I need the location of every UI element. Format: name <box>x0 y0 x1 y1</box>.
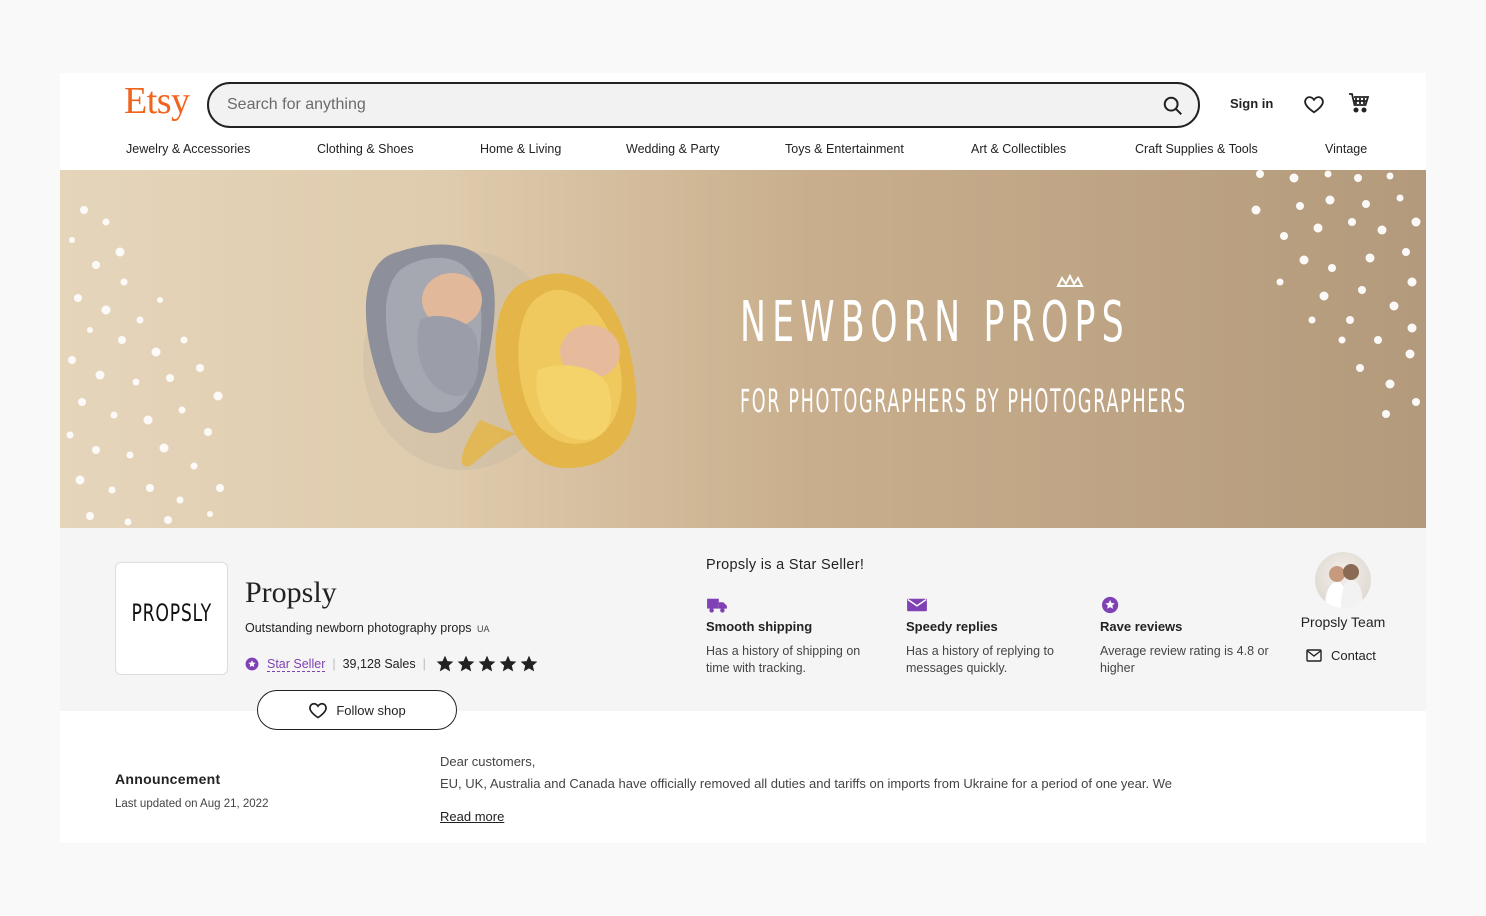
envelope-icon <box>907 598 927 612</box>
perk-desc: Has a history of replying to messages qu… <box>906 644 1054 675</box>
shop-tagline-text: Outstanding newborn photography props <box>245 621 472 635</box>
banner-subtitle: FOR PHOTOGRAPHERS BY PHOTOGRAPHERS <box>740 382 1187 420</box>
category-link[interactable]: Jewelry & Accessories <box>126 142 250 156</box>
owner-avatar[interactable] <box>1315 552 1371 608</box>
category-link[interactable]: Home & Living <box>480 142 561 156</box>
contact-label: Contact <box>1331 648 1376 663</box>
star-seller-link[interactable]: Star Seller <box>267 657 326 672</box>
star-badge-icon <box>245 657 259 671</box>
shop-logo-text: PROPSLY <box>131 599 212 627</box>
owner-name[interactable]: Propsly Team <box>1280 614 1406 630</box>
search-bar[interactable]: Search for anything <box>207 82 1200 128</box>
star-icon <box>499 655 517 672</box>
etsy-logo[interactable]: Etsy <box>124 79 190 123</box>
shop-rating[interactable] <box>435 654 539 674</box>
announcement-title: Announcement <box>115 771 221 787</box>
announcement-text: Dear customers, <box>440 754 536 769</box>
announcement-text: EU, UK, Australia and Canada have offici… <box>440 776 1172 791</box>
divider: | <box>332 657 336 671</box>
shop-banner: NEWBORN PROPS FOR PHOTOGRAPHERS BY PHOTO… <box>60 170 1426 528</box>
banner-title: NEWBORN PROPS <box>740 290 1130 355</box>
shop-info: PROPSLY Propsly Outstanding newborn phot… <box>60 528 1426 711</box>
follow-shop-button[interactable]: Follow shop <box>257 690 457 730</box>
perk-desc: Average review rating is 4.8 or higher <box>1100 644 1269 675</box>
heart-icon[interactable] <box>1303 93 1325 115</box>
star-badge-icon <box>1102 596 1119 614</box>
star-icon <box>478 655 496 672</box>
heart-icon <box>309 702 328 719</box>
perk-title: Smooth shipping <box>706 619 813 634</box>
owner-photo <box>1325 564 1363 608</box>
divider: | <box>422 657 426 671</box>
category-nav: Jewelry & Accessories Clothing & Shoes H… <box>126 142 1372 162</box>
category-link[interactable]: Vintage <box>1325 142 1367 156</box>
star-icon <box>520 655 538 672</box>
shop-stats: Star Seller | 39,128 Sales | <box>245 654 539 674</box>
perk-speedy-replies: Speedy replies Has a history of replying… <box>906 596 1081 677</box>
search-icon[interactable] <box>1162 95 1184 117</box>
cart-icon[interactable] <box>1347 91 1371 115</box>
shop-name: Propsly <box>245 576 337 609</box>
contact-button[interactable]: Contact <box>1306 648 1376 663</box>
category-link[interactable]: Craft Supplies & Tools <box>1135 142 1258 156</box>
perk-rave-reviews: Rave reviews Average review rating is 4.… <box>1100 596 1275 677</box>
truck-icon <box>707 598 727 613</box>
announcement-date: Last updated on Aug 21, 2022 <box>115 798 269 810</box>
search-input[interactable]: Search for anything <box>227 96 366 114</box>
star-seller-heading: Propsly is a Star Seller! <box>706 557 865 573</box>
follow-label: Follow shop <box>336 702 406 718</box>
perk-smooth-shipping: Smooth shipping Has a history of shippin… <box>706 596 881 677</box>
category-link[interactable]: Art & Collectibles <box>971 142 1066 156</box>
announcement-section: Announcement Last updated on Aug 21, 202… <box>60 711 1426 843</box>
category-link[interactable]: Toys & Entertainment <box>785 142 904 156</box>
perk-title: Rave reviews <box>1100 619 1183 634</box>
sign-in-link[interactable]: Sign in <box>1230 96 1273 111</box>
perk-desc: Has a history of shipping on time with t… <box>706 644 861 675</box>
shop-country: UA <box>477 624 490 634</box>
shop-page: Etsy Search for anything Sign in Jewelry… <box>60 73 1426 843</box>
read-more-link[interactable]: Read more <box>440 809 504 824</box>
site-header: Etsy Search for anything Sign in Jewelry… <box>60 73 1426 170</box>
star-icon <box>436 655 454 672</box>
category-link[interactable]: Clothing & Shoes <box>317 142 414 156</box>
sales-count[interactable]: 39,128 Sales <box>343 657 416 671</box>
message-icon <box>1306 648 1322 662</box>
category-link[interactable]: Wedding & Party <box>626 142 720 156</box>
shop-tagline: Outstanding newborn photography props UA <box>245 621 490 635</box>
shop-logo[interactable]: PROPSLY <box>115 562 228 675</box>
star-icon <box>457 655 475 672</box>
perk-title: Speedy replies <box>906 619 998 634</box>
